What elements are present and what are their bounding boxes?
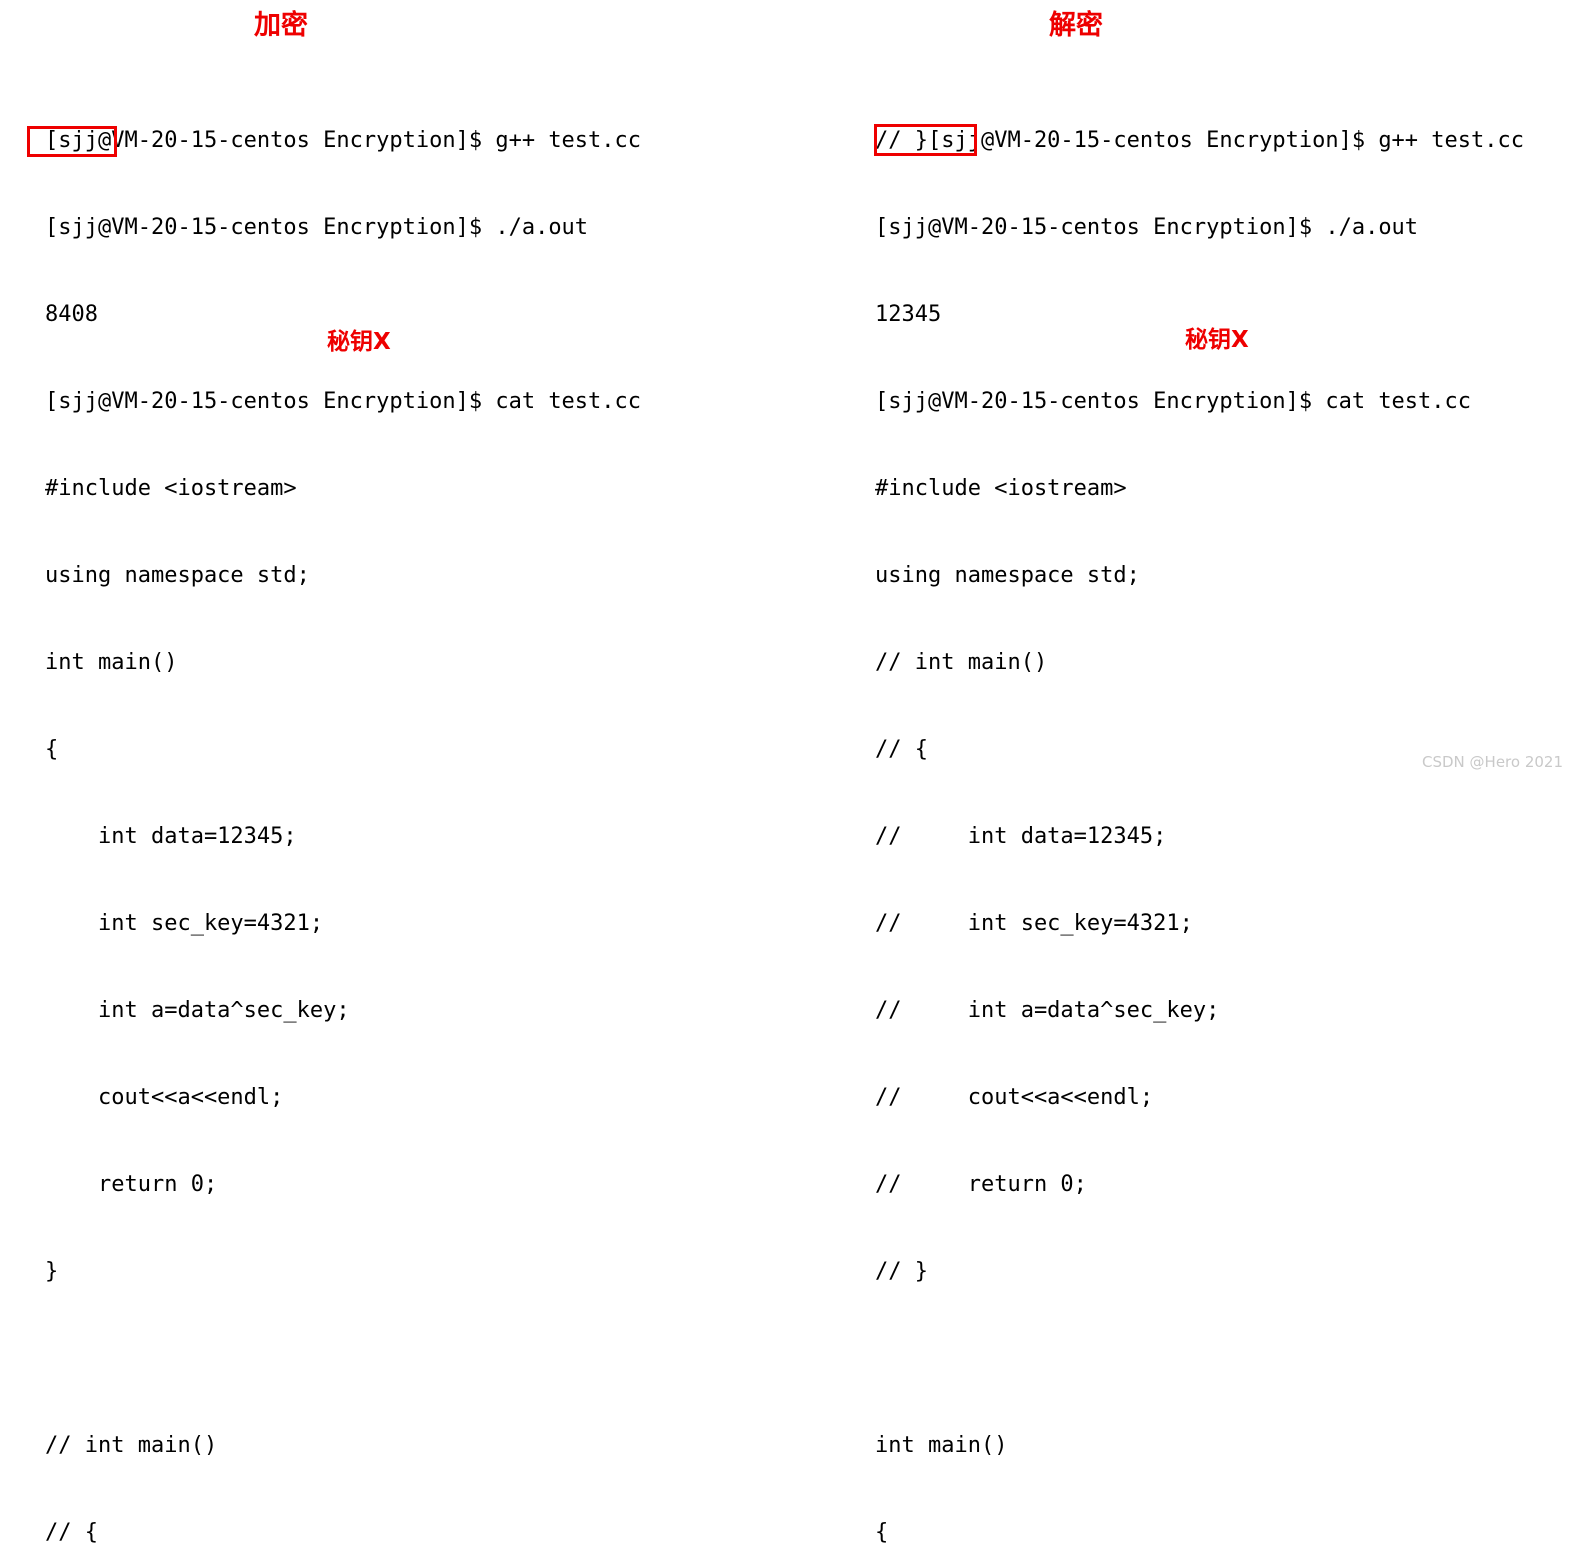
terminal-line: { xyxy=(875,1520,889,1545)
decryption-secret-key-annotation: 秘钥X xyxy=(1185,327,1249,353)
terminal-line-annotated: int sec_key=4321; xyxy=(45,911,324,936)
terminal-line: #include <iostream> xyxy=(45,476,297,501)
terminal-line: // } xyxy=(875,1259,928,1284)
terminal-line: [sjj@VM-20-15-centos Encryption]$ g++ te… xyxy=(45,128,642,153)
terminal-line: int data=12345; xyxy=(45,824,297,849)
encryption-panel-title: 加密 xyxy=(254,10,308,41)
terminal-line: // int a=data^sec_key; xyxy=(875,998,1220,1023)
terminal-line: #include <iostream> xyxy=(875,476,1127,501)
terminal-line: using namespace std; xyxy=(875,563,1140,588)
terminal-line: cout<<a<<endl; xyxy=(45,1085,284,1110)
terminal-line: return 0; xyxy=(45,1172,218,1197)
decryption-panel-title: 解密 xyxy=(1049,10,1103,41)
terminal-line: // int data=12345; xyxy=(875,824,1167,849)
terminal-line: // int main() xyxy=(45,1433,218,1458)
terminal-line-highlighted: 12345 xyxy=(875,302,942,327)
terminal-line: // return 0; xyxy=(875,1172,1087,1197)
terminal-line: int main() xyxy=(875,1433,1008,1458)
csdn-watermark: CSDN @Hero 2021 xyxy=(1422,753,1563,771)
terminal-line: int main() xyxy=(45,650,178,675)
terminal-line: [sjj@VM-20-15-centos Encryption]$ cat te… xyxy=(45,389,642,414)
decryption-panel: 解密 // }[sjj@VM-20-15-centos Encryption]$… xyxy=(860,0,1577,1545)
encryption-terminal-output: [sjj@VM-20-15-centos Encryption]$ g++ te… xyxy=(45,68,641,1558)
terminal-line: [sjj@VM-20-15-centos Encryption]$ cat te… xyxy=(875,389,1472,414)
terminal-line: using namespace std; xyxy=(45,563,310,588)
terminal-line: // int main() xyxy=(875,650,1048,675)
terminal-line: [sjj@VM-20-15-centos Encryption]$ ./a.ou… xyxy=(875,215,1419,240)
terminal-line: int a=data^sec_key; xyxy=(45,998,350,1023)
encryption-panel: 加密 [sjj@VM-20-15-centos Encryption]$ g++… xyxy=(0,0,860,1545)
terminal-line: // { xyxy=(45,1520,98,1545)
terminal-line: [sjj@VM-20-15-centos Encryption]$ ./a.ou… xyxy=(45,215,589,240)
encryption-secret-key-annotation: 秘钥X xyxy=(327,329,391,355)
terminal-line: // }[sjj@VM-20-15-centos Encryption]$ g+… xyxy=(875,128,1525,153)
terminal-line: } xyxy=(45,1259,59,1284)
decryption-terminal-output: // }[sjj@VM-20-15-centos Encryption]$ g+… xyxy=(875,68,1524,1558)
terminal-line: // cout<<a<<endl; xyxy=(875,1085,1154,1110)
terminal-line: { xyxy=(45,737,59,762)
terminal-line-highlighted: 8408 xyxy=(45,302,98,327)
terminal-line-annotated: // int sec_key=4321; xyxy=(875,911,1193,936)
